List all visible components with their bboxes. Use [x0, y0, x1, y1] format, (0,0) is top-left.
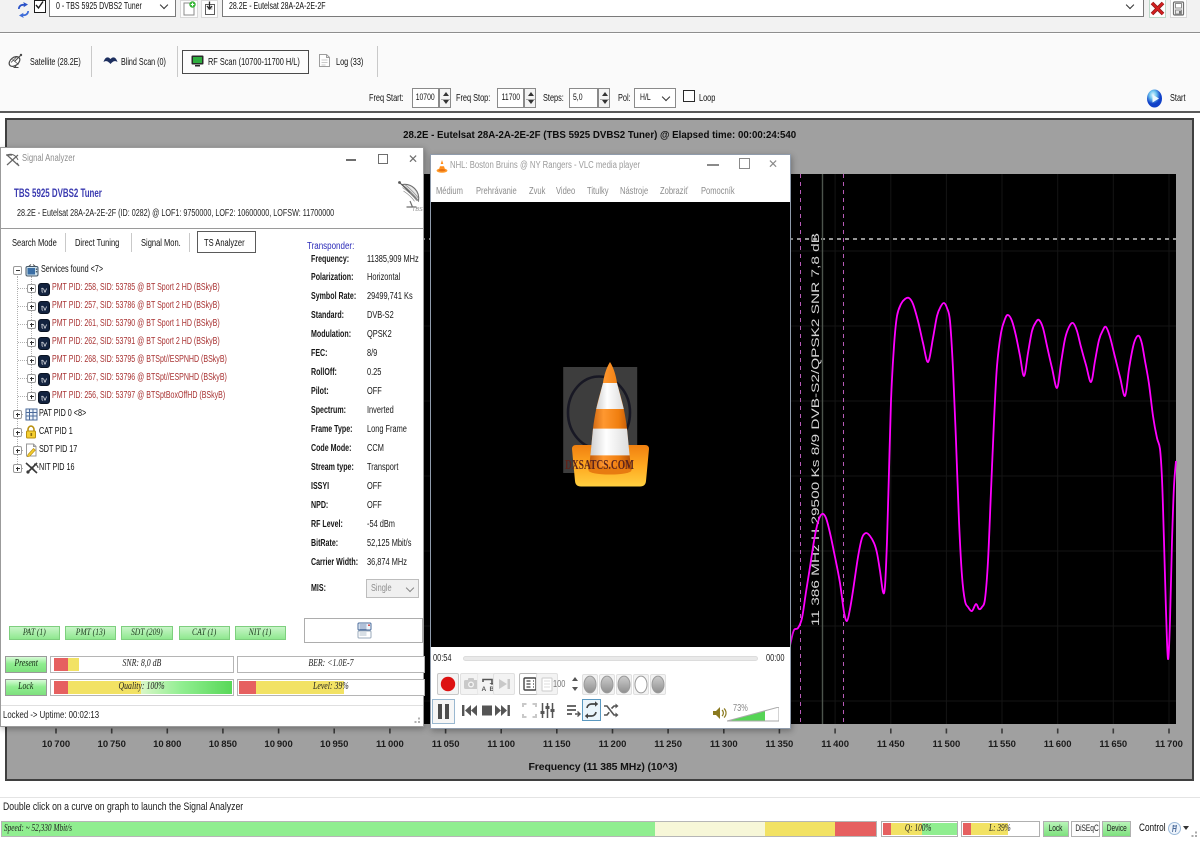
- svg-text:tv: tv: [41, 322, 47, 331]
- svg-text:10 750: 10 750: [98, 739, 126, 750]
- svg-text:11 000: 11 000: [376, 739, 404, 750]
- svg-text:10 850: 10 850: [209, 739, 237, 750]
- svg-text:11 350: 11 350: [766, 739, 794, 750]
- svg-text:11 300: 11 300: [710, 739, 738, 750]
- svg-text:10 950: 10 950: [320, 739, 348, 750]
- svg-text:11 400: 11 400: [821, 739, 849, 750]
- svg-text:11 600: 11 600: [1044, 739, 1072, 750]
- svg-text:11 050: 11 050: [432, 739, 460, 750]
- svg-text:11 550: 11 550: [988, 739, 1016, 750]
- svg-text:tv: tv: [41, 358, 47, 367]
- svg-text:11 150: 11 150: [543, 739, 571, 750]
- svg-text:10 700: 10 700: [42, 739, 70, 750]
- svg-text:tv: tv: [41, 286, 47, 295]
- svg-text:A: A: [482, 686, 487, 693]
- svg-text:11 700: 11 700: [1155, 739, 1183, 750]
- svg-text:tv: tv: [41, 376, 47, 385]
- svg-text:11 250: 11 250: [654, 739, 682, 750]
- svg-text:11 200: 11 200: [599, 739, 627, 750]
- svg-text:11 450: 11 450: [877, 739, 905, 750]
- svg-text:tv: tv: [41, 340, 47, 349]
- svg-text:11 100: 11 100: [487, 739, 515, 750]
- svg-text:11 650: 11 650: [1099, 739, 1127, 750]
- svg-text:DXSATCS.COM: DXSATCS.COM: [565, 458, 634, 473]
- svg-text:tv: tv: [41, 394, 47, 403]
- svg-text:10 900: 10 900: [264, 739, 292, 750]
- svg-text:11 386 MHz H 29500 Ks 8/9 DVB-: 11 386 MHz H 29500 Ks 8/9 DVB-S2/QPSK2 S…: [810, 233, 822, 626]
- svg-text:Frequency (11 385 MHz) (10^3): Frequency (11 385 MHz) (10^3): [529, 761, 678, 773]
- svg-text:10 800: 10 800: [153, 739, 181, 750]
- svg-text:TBS: TBS: [412, 207, 423, 213]
- svg-text:11 500: 11 500: [933, 739, 961, 750]
- svg-text:tv: tv: [41, 304, 47, 313]
